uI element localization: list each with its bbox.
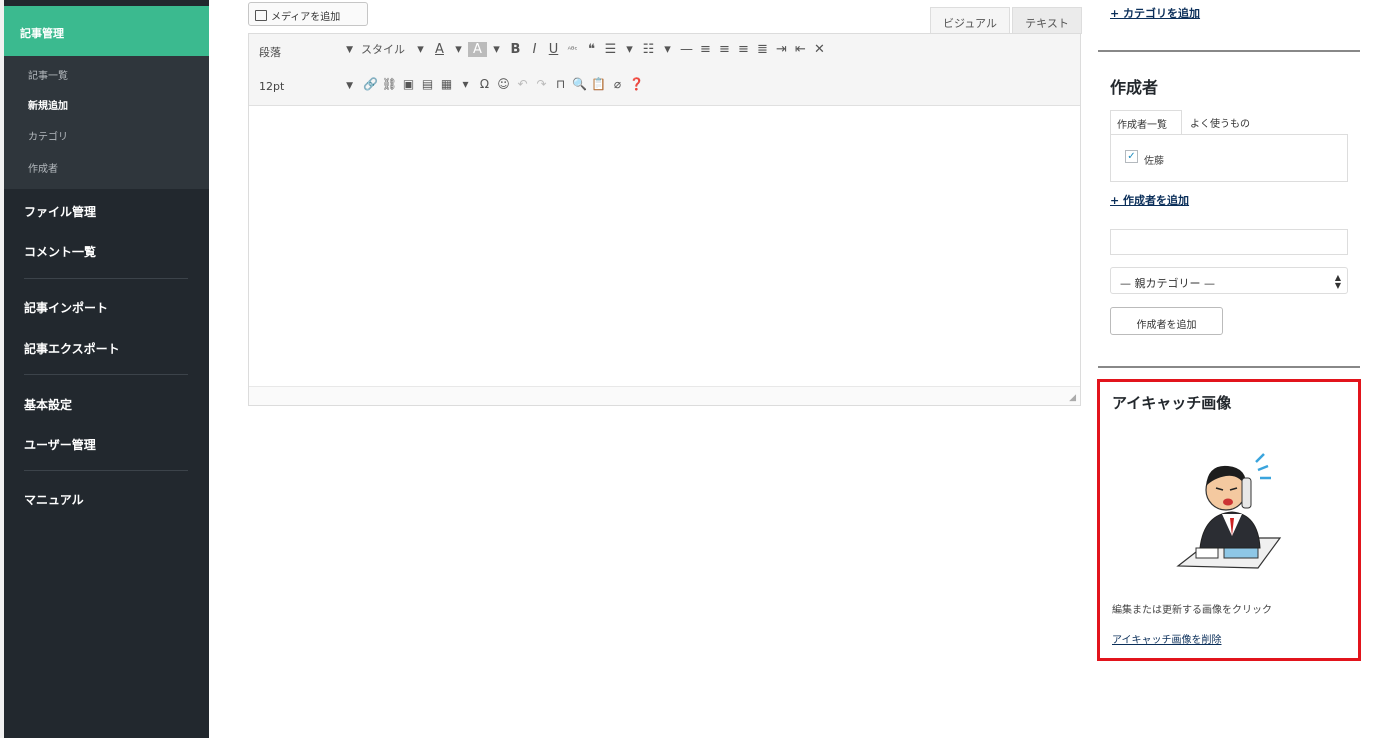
- add-author-button[interactable]: 作成者を追加: [1110, 307, 1223, 335]
- author-checkbox[interactable]: ✓: [1125, 150, 1138, 163]
- font-size-select[interactable]: 12pt ▼: [253, 76, 359, 98]
- style-caret-icon: ▾: [417, 41, 424, 57]
- nav-item-settings[interactable]: 基本設定: [24, 396, 72, 413]
- format-select-value: 段落: [259, 46, 281, 59]
- nav-separator: [24, 278, 188, 279]
- toolbar-row-2: 🔗 ⛓ ▣ ▤ ▦ ▾ Ω ☺ ↶ ↷ ⊓ 🔍 📋 ⌀ ❓: [361, 77, 646, 91]
- select-arrows-icon: ▲ ▼: [1334, 273, 1341, 290]
- sub-item-new[interactable]: 新規追加: [28, 97, 68, 112]
- underline-icon[interactable]: U: [544, 42, 563, 57]
- fullscreen-icon[interactable]: ✕: [810, 42, 829, 57]
- tab-common-authors[interactable]: よく使うもの: [1184, 110, 1284, 134]
- author-checkbox-label: 佐藤: [1144, 156, 1164, 167]
- media-icon: [255, 10, 267, 21]
- editor-status-bar: ◢: [249, 386, 1080, 405]
- italic-icon[interactable]: I: [525, 42, 544, 57]
- nav-item-files[interactable]: ファイル管理: [24, 203, 96, 220]
- tab-visual[interactable]: ビジュアル: [930, 7, 1010, 34]
- format-select[interactable]: 段落 ▼: [253, 40, 359, 62]
- add-author-link[interactable]: + 作成者を追加: [1110, 192, 1189, 208]
- editor-toolbar: 段落 ▼ スタイル ▾ A ▾ A ▾ B I U ᴬᴮᶜ ❝ ☰ ▾ ☷ ▾ …: [249, 34, 1080, 106]
- numbered-list-icon[interactable]: ☷: [639, 42, 658, 57]
- bg-color-icon[interactable]: A: [468, 41, 487, 57]
- remove-featured-image-link[interactable]: アイキャッチ画像を削除: [1112, 631, 1222, 646]
- parent-select-value: — 親カテゴリー —: [1120, 277, 1215, 290]
- link-icon[interactable]: 🔗: [361, 77, 380, 91]
- bookmark-icon[interactable]: ⊓: [551, 77, 570, 91]
- table-icon[interactable]: ▦: [437, 77, 456, 91]
- parent-category-select[interactable]: — 親カテゴリー — ▲ ▼: [1110, 267, 1348, 294]
- author-heading: 作成者: [1110, 78, 1159, 97]
- featured-image-thumbnail[interactable]: [1170, 440, 1294, 580]
- image-icon[interactable]: ▣: [399, 77, 418, 91]
- bullet-list-icon[interactable]: ☰: [601, 42, 620, 57]
- chevron-down-icon: ▼: [346, 45, 353, 55]
- chevron-down-icon: ▼: [346, 81, 353, 91]
- tab-text[interactable]: テキスト: [1012, 7, 1082, 34]
- nav-item-manual[interactable]: マニュアル: [24, 491, 84, 508]
- chevron-down-icon[interactable]: ▾: [620, 42, 639, 57]
- nav-item-import[interactable]: 記事インポート: [24, 299, 108, 316]
- nav-item-export[interactable]: 記事エクスポート: [24, 340, 120, 357]
- style-select[interactable]: スタイル: [361, 41, 405, 57]
- align-left-icon[interactable]: ≡: [696, 42, 715, 57]
- author-checklist: ✓ 佐藤: [1110, 134, 1348, 182]
- font-size-value: 12pt: [259, 80, 285, 93]
- chevron-down-icon[interactable]: ▾: [487, 42, 506, 57]
- chevron-down-icon[interactable]: ▾: [456, 77, 475, 91]
- media-embed-icon[interactable]: ▤: [418, 77, 437, 91]
- text-color-icon[interactable]: A: [430, 42, 449, 57]
- chevron-down-icon[interactable]: ▾: [658, 42, 677, 57]
- align-right-icon[interactable]: ≡: [734, 42, 753, 57]
- nav-separator: [24, 374, 188, 375]
- undo-icon[interactable]: ↶: [513, 77, 532, 91]
- add-category-link[interactable]: + カテゴリを追加: [1110, 5, 1200, 21]
- add-media-label: メディアを追加: [271, 12, 341, 23]
- nav-separator: [24, 470, 188, 471]
- featured-image-caption: 編集または更新する画像をクリック: [1112, 605, 1272, 616]
- chevron-down-icon[interactable]: ▾: [449, 42, 468, 57]
- align-center-icon[interactable]: ≡: [715, 42, 734, 57]
- add-media-button[interactable]: メディアを追加: [248, 2, 368, 26]
- section-divider: [1098, 366, 1360, 368]
- nav-item-comments[interactable]: コメント一覧: [24, 243, 96, 260]
- toolbar-row-1: スタイル ▾ A ▾ A ▾ B I U ᴬᴮᶜ ❝ ☰ ▾ ☷ ▾ — ≡ ≡…: [361, 41, 829, 57]
- indent-icon[interactable]: ⇥: [772, 42, 791, 57]
- blockquote-icon[interactable]: ❝: [582, 42, 601, 57]
- new-author-input[interactable]: [1110, 229, 1348, 255]
- help-icon[interactable]: ❓: [627, 77, 646, 91]
- section-divider: [1098, 50, 1360, 52]
- sub-item-category[interactable]: カテゴリ: [28, 128, 68, 143]
- sub-item-author[interactable]: 作成者: [28, 160, 58, 175]
- outdent-icon[interactable]: ⇤: [791, 42, 810, 57]
- emoticon-icon[interactable]: ☺: [494, 77, 513, 91]
- editor-content[interactable]: [249, 106, 1080, 386]
- strikethrough-icon[interactable]: ᴬᴮᶜ: [563, 45, 582, 54]
- nav-item-users[interactable]: ユーザー管理: [24, 436, 96, 453]
- author-tabs: 作成者一覧 よく使うもの: [1110, 110, 1348, 134]
- paste-icon[interactable]: 📋: [589, 77, 608, 91]
- find-replace-icon[interactable]: 🔍: [570, 77, 589, 91]
- unlink-icon[interactable]: ⛓: [380, 77, 399, 91]
- sub-item-article-list[interactable]: 記事一覧: [28, 67, 68, 82]
- resize-handle-icon[interactable]: ◢: [1069, 393, 1076, 403]
- featured-image-heading: アイキャッチ画像: [1112, 394, 1232, 412]
- clear-format-icon[interactable]: ⌀: [608, 77, 627, 91]
- special-char-icon[interactable]: Ω: [475, 77, 494, 91]
- redo-icon[interactable]: ↷: [532, 77, 551, 91]
- align-justify-icon[interactable]: ≣: [753, 42, 772, 57]
- editor: 段落 ▼ スタイル ▾ A ▾ A ▾ B I U ᴬᴮᶜ ❝ ☰ ▾ ☷ ▾ …: [248, 33, 1081, 406]
- bold-icon[interactable]: B: [506, 42, 525, 57]
- horizontal-rule-icon[interactable]: —: [677, 42, 696, 57]
- featured-image-box: アイキャッチ画像 編集または更新する画像をクリック アイキャッチ画像を削除: [1097, 379, 1361, 661]
- tab-all-authors[interactable]: 作成者一覧: [1110, 110, 1182, 134]
- nav-item-articles[interactable]: 記事管理: [4, 6, 209, 56]
